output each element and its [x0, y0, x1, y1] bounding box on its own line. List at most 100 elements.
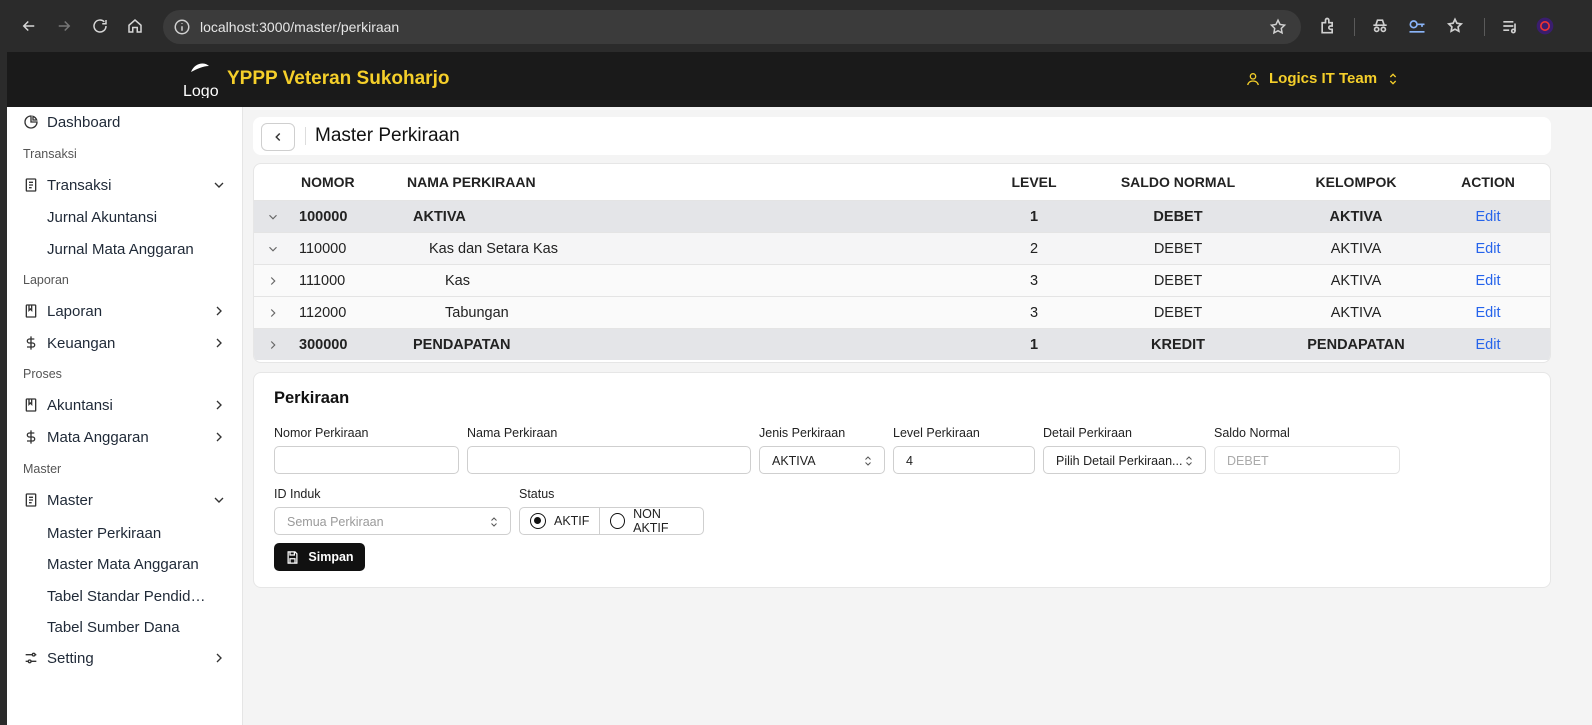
sidebar-item-master-perkiraan[interactable]: Master Perkiraan	[47, 525, 207, 542]
detail-perkiraan-select[interactable]: Pilih Detail Perkiraan...	[1043, 446, 1206, 474]
nama-perkiraan-input[interactable]	[467, 446, 751, 474]
chevron-right-icon	[216, 432, 222, 442]
cell-nama: Tabungan	[445, 305, 509, 321]
chevron-right-icon[interactable]	[266, 306, 280, 320]
cell-nomor: 110000	[299, 241, 347, 257]
column-header-kelompok: KELOMPOK	[1315, 174, 1397, 190]
sidebar-section-master: Master	[23, 462, 62, 476]
bookmark-star-icon[interactable]	[1269, 18, 1287, 36]
profile-avatar-icon[interactable]	[1535, 16, 1555, 36]
sidebar-item-mata-anggaran[interactable]: Mata Anggaran	[23, 424, 227, 450]
id-induk-select[interactable]: Semua Perkiraan	[274, 507, 511, 535]
chevron-right-icon[interactable]	[266, 274, 280, 288]
cell-kelompok: PENDAPATAN	[1307, 337, 1405, 353]
favorites-icon[interactable]	[1445, 16, 1465, 36]
chevron-left-icon	[275, 132, 281, 142]
toolbar-divider	[1484, 18, 1485, 36]
sidebar-item-label: Dashboard	[47, 113, 121, 131]
incognito-icon[interactable]	[1370, 16, 1390, 36]
table-row: 112000 Tabungan 3 DEBET AKTIVA Edit	[254, 296, 1550, 328]
nomor-perkiraan-input[interactable]	[274, 446, 459, 474]
sidebar-item-master-mata-anggaran[interactable]: Master Mata Anggaran	[47, 556, 207, 573]
cell-saldo: KREDIT	[1151, 337, 1205, 353]
perkiraan-table: NOMOR NAMA PERKIRAAN LEVEL SALDO NORMAL …	[253, 163, 1551, 363]
password-key-icon[interactable]	[1407, 16, 1427, 36]
chevron-down-icon	[214, 497, 224, 503]
save-disk-icon	[287, 550, 298, 564]
id-induk-placeholder: Semua Perkiraan	[287, 515, 384, 529]
chevron-down-icon[interactable]	[266, 210, 280, 224]
cell-nama: PENDAPATAN	[413, 337, 511, 353]
chevron-right-icon	[216, 653, 222, 663]
chevron-up-down-icon	[1389, 72, 1397, 85]
cell-nomor: 111000	[299, 273, 346, 289]
media-control-icon[interactable]	[1500, 16, 1520, 36]
cell-nomor: 300000	[299, 337, 348, 353]
app-header: Logo YPPP Veteran Sukoharjo Logics IT Te…	[7, 52, 1592, 107]
dollar-icon	[26, 430, 36, 444]
browser-chrome: localhost:3000/master/perkiraan	[0, 0, 1592, 52]
forward-arrow-icon[interactable]	[52, 14, 76, 38]
address-bar[interactable]: localhost:3000/master/perkiraan	[163, 10, 1301, 44]
sidebar-section-transaksi: Transaksi	[23, 147, 77, 161]
label-nomor-perkiraan: Nomor Perkiraan	[274, 426, 369, 440]
column-header-level: LEVEL	[1011, 174, 1057, 190]
sidebar-item-label: Mata Anggaran	[47, 428, 149, 446]
main-content: Master Perkiraan NOMOR NAMA PERKIRAAN LE…	[243, 107, 1592, 725]
label-id-induk: ID Induk	[274, 487, 321, 501]
column-header-saldo-normal: SALDO NORMAL	[1120, 174, 1236, 190]
edit-link[interactable]: Edit	[1476, 209, 1501, 225]
sidebar-item-master[interactable]: Master	[23, 487, 227, 513]
sidebar-item-setting[interactable]: Setting	[23, 645, 227, 671]
sidebar-item-transaksi[interactable]: Transaksi	[23, 172, 227, 198]
team-switcher[interactable]: Logics IT Team	[1245, 70, 1401, 87]
logo: Logo	[183, 60, 219, 100]
sidebar-item-tabel-sumber-dana[interactable]: Tabel Sumber Dana	[47, 619, 207, 636]
sidebar-item-label: Laporan	[47, 302, 103, 320]
label-detail-perkiraan: Detail Perkiraan	[1043, 426, 1132, 440]
book-icon	[25, 304, 37, 318]
status-non-aktif-radio[interactable]: NON AKTIF	[599, 507, 703, 535]
cell-saldo: DEBET	[1153, 241, 1203, 257]
chevron-right-icon	[216, 400, 222, 410]
cell-nomor: 100000	[299, 209, 348, 225]
detail-perkiraan-value: Pilih Detail Perkiraan...	[1056, 454, 1183, 468]
table-row: 300000 PENDAPATAN 1 KREDIT PENDAPATAN Ed…	[254, 328, 1550, 360]
column-header-nomor: NOMOR	[301, 174, 355, 190]
column-header-action: ACTION	[1461, 174, 1515, 190]
extensions-icon[interactable]	[1318, 16, 1338, 36]
site-info-icon[interactable]	[173, 18, 191, 36]
jenis-perkiraan-select[interactable]: AKTIVA	[759, 446, 885, 474]
edit-link[interactable]: Edit	[1476, 273, 1501, 289]
cell-saldo: DEBET	[1153, 209, 1203, 225]
save-button[interactable]: Simpan	[274, 543, 365, 571]
sidebar-item-laporan[interactable]: Laporan	[23, 298, 227, 324]
jenis-perkiraan-value: AKTIVA	[772, 454, 816, 468]
book-icon	[25, 398, 37, 412]
sidebar-item-akuntansi[interactable]: Akuntansi	[23, 392, 227, 418]
header-divider	[305, 127, 306, 145]
chevron-right-icon	[216, 306, 222, 316]
back-arrow-icon[interactable]	[17, 14, 41, 38]
sidebar-item-jurnal-mata-anggaran[interactable]: Jurnal Mata Anggaran	[47, 241, 207, 258]
sidebar-item-keuangan[interactable]: Keuangan	[23, 330, 227, 356]
edit-link[interactable]: Edit	[1476, 305, 1501, 321]
chevron-right-icon[interactable]	[266, 338, 280, 352]
edit-link[interactable]: Edit	[1476, 337, 1501, 353]
sidebar-item-dashboard[interactable]: Dashboard	[23, 109, 227, 135]
back-button[interactable]	[261, 123, 295, 151]
home-icon[interactable]	[123, 14, 147, 38]
level-perkiraan-input[interactable]: 4	[893, 446, 1035, 474]
label-nama-perkiraan: Nama Perkiraan	[467, 426, 558, 440]
url-text[interactable]: localhost:3000/master/perkiraan	[200, 19, 399, 35]
label-level-perkiraan: Level Perkiraan	[893, 426, 980, 440]
chevron-down-icon[interactable]	[266, 242, 280, 256]
edit-link[interactable]: Edit	[1476, 241, 1501, 257]
sidebar-item-tabel-standar-pendidik[interactable]: Tabel Standar Pendidik…	[47, 588, 207, 605]
chevron-up-down-icon	[1186, 456, 1192, 466]
reload-icon[interactable]	[88, 14, 112, 38]
status-aktif-radio[interactable]: AKTIF	[520, 508, 599, 534]
sidebar-item-jurnal-akuntansi[interactable]: Jurnal Akuntansi	[47, 209, 207, 226]
cell-kelompok: AKTIVA	[1330, 305, 1382, 321]
sidebar-item-label: Keuangan	[47, 334, 116, 352]
